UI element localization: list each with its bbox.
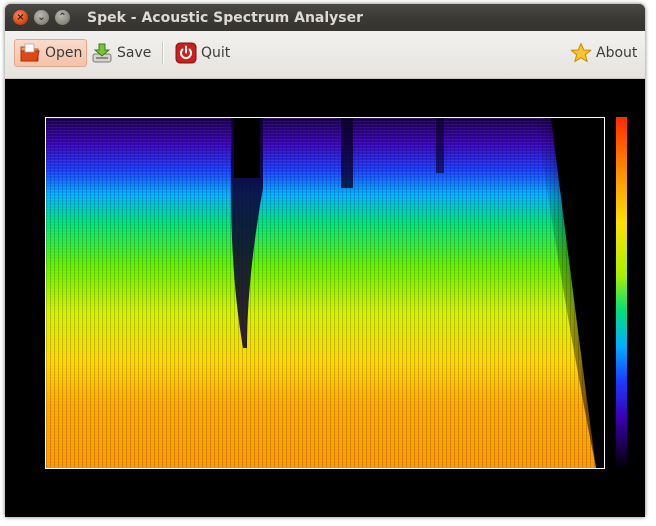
about-button[interactable]: About xyxy=(566,39,641,67)
spectrogram-image xyxy=(46,118,604,468)
save-download-icon xyxy=(91,42,113,64)
folder-open-icon xyxy=(19,42,41,64)
save-label: Save xyxy=(117,45,152,61)
chevron-up-icon: ⌃ xyxy=(58,11,67,23)
app-window: × ⌄ ⌃ Spek - Acoustic Spectrum Analyser … xyxy=(5,4,645,517)
window-close-button[interactable]: × xyxy=(13,10,28,25)
close-icon: × xyxy=(16,11,25,23)
power-icon xyxy=(175,42,197,64)
about-label: About xyxy=(596,45,638,61)
window-minimize-button[interactable]: ⌄ xyxy=(34,10,49,25)
toolbar-separator xyxy=(162,42,164,64)
window-title: Spek - Acoustic Spectrum Analyser xyxy=(87,10,364,26)
chevron-down-icon: ⌄ xyxy=(37,11,46,23)
open-label: Open xyxy=(45,45,83,61)
quit-label: Quit xyxy=(201,45,231,61)
save-button[interactable]: Save xyxy=(87,39,155,67)
quit-button[interactable]: Quit xyxy=(171,39,234,67)
star-icon xyxy=(570,42,592,64)
title-bar[interactable]: × ⌄ ⌃ Spek - Acoustic Spectrum Analyser xyxy=(5,4,645,31)
intensity-scale xyxy=(616,117,627,469)
spectrogram-plot[interactable] xyxy=(45,117,605,469)
toolbar: Open Save Quit About xyxy=(5,31,645,79)
open-button[interactable]: Open xyxy=(14,39,88,67)
window-maximize-button[interactable]: ⌃ xyxy=(55,10,70,25)
